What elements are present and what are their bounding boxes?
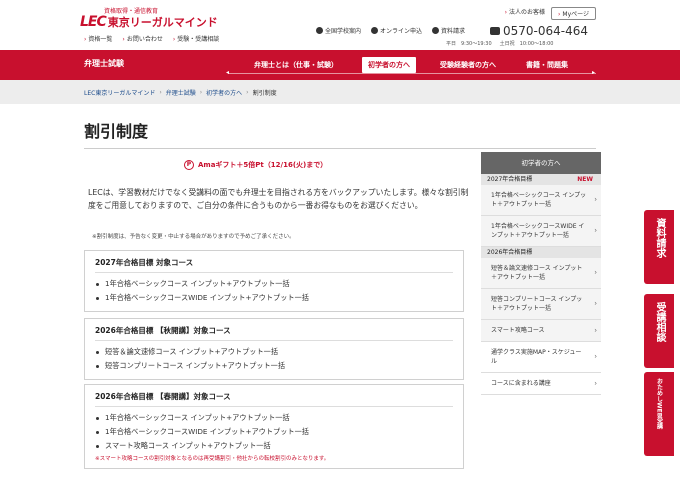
utility-links: 全国学校案内 オンライン申込 資料請求 (316, 26, 465, 35)
list-item: 1年合格ベーシックコースWIDE インプット+アウトプット一括 (95, 425, 453, 439)
sidebar: 初学者の方へ 2027年合格目標 NEW 1年合格ベーシックコース インプット＋… (481, 152, 601, 395)
cta-request-materials[interactable]: 資料請求 (644, 210, 674, 284)
title-divider (84, 148, 596, 149)
link-contact[interactable]: お問い合わせ (122, 34, 163, 43)
cta-trial-web[interactable]: おためしWEB受講 (644, 372, 674, 456)
breadcrumb-separator: › (199, 88, 203, 96)
corp-links: 法人のお客様 Myページ (505, 7, 596, 20)
breadcrumb-home[interactable]: LEC東京リーガルマインド (84, 88, 155, 97)
sidebar-item[interactable]: 1年合格ベーシックコースWIDE インプット＋アウトプット一括 (481, 216, 601, 247)
sidebar-item[interactable]: コースに含まれる講座 (481, 373, 601, 395)
header-links: 資格一覧 お問い合わせ 受験・受講相談 (84, 34, 219, 43)
box-title: 2027年合格目標 対象コース (95, 257, 453, 273)
sidebar-item[interactable]: 短答＆論文速修コース インプット＋アウトプット一括 (481, 258, 601, 289)
corporate-link[interactable]: 法人のお客様 (505, 7, 545, 20)
point-icon: P (184, 160, 194, 170)
logo-text: 東京リーガルマインド (107, 16, 218, 29)
box-title: 2026年合格目標 【秋開講】対象コース (95, 325, 453, 341)
intro-text: LECは、学習教材だけでなく受講料の面でも弁理士を目指される方をバックアップいた… (88, 188, 469, 210)
sidebar-head[interactable]: 初学者の方へ (481, 152, 601, 174)
nav-item-books[interactable]: 書籍・問題集 (520, 57, 574, 73)
sidebar-category-2027: 2027年合格目標 NEW (481, 174, 601, 185)
nav-prev-icon[interactable]: ◂ (226, 69, 229, 76)
nav-title[interactable]: 弁理士試験 (84, 58, 124, 69)
new-badge: NEW (577, 176, 593, 183)
nav-item-experienced[interactable]: 受験経験者の方へ (434, 57, 502, 73)
sidebar-category-2026: 2026年合格目標 (481, 247, 601, 258)
list-item: 1年合格ベーシックコースWIDE インプット+アウトプット一括 (95, 291, 453, 305)
site-logo[interactable]: LEC 東京リーガルマインド (80, 14, 218, 30)
breadcrumb-current: 割引制度 (252, 89, 277, 97)
link-consultation[interactable]: 受験・受講相談 (173, 34, 219, 43)
disclaimer-note: ※割引制度は、予告なく変更・中止する場合がありますので予めご了承ください。 (92, 234, 295, 240)
course-box-2026-spring: 2026年合格目標 【春開講】対象コース 1年合格ベーシックコース インプット+… (84, 384, 464, 469)
box-title: 2026年合格目標 【春開講】対象コース (95, 391, 453, 407)
list-item: 1年合格ベーシックコース インプット+アウトプット一括 (95, 277, 453, 291)
arrow-circle-icon (371, 27, 379, 34)
nav-item-beginners[interactable]: 初学者の方へ (362, 57, 416, 73)
breadcrumb-separator: › (159, 88, 162, 96)
util-school-guide[interactable]: 全国学校案内 (316, 26, 361, 35)
document-icon (432, 27, 440, 34)
sidebar-item[interactable]: 短答コンプリートコース インプット＋アウトプット一括 (481, 289, 601, 320)
breadcrumb-separator: › (246, 88, 249, 96)
box-note: ※スマート攻略コースの割引対象となるのは再受講割引・他社からの転校割引のみとなり… (95, 456, 330, 462)
breadcrumb-exam[interactable]: 弁理士試験 (166, 88, 196, 97)
course-box-2027: 2027年合格目標 対象コース 1年合格ベーシックコース インプット+アウトプッ… (84, 250, 464, 312)
nav-item-about[interactable]: 弁理士とは（仕事・試験） (248, 57, 344, 73)
business-hours: 平日 9:30〜19:30 土日祝 10:00〜18:00 (446, 41, 554, 47)
nav-divider (228, 73, 596, 74)
phone-number[interactable]: 0570-064-464 (490, 24, 588, 38)
list-item: 1年合格ベーシックコース インプット+アウトプット一括 (95, 411, 453, 425)
link-qualifications[interactable]: 資格一覧 (84, 34, 112, 43)
list-item: スマート攻略コース インプット+アウトプット一括 (95, 439, 453, 453)
list-item: 短答コンプリートコース インプット+アウトプット一括 (95, 359, 453, 373)
page-title: 割引制度 (84, 122, 149, 141)
nav-next-icon[interactable]: ▸ (592, 69, 595, 76)
breadcrumb: LEC東京リーガルマインド › 弁理士試験 › 初学者の方へ › 割引制度 (0, 80, 680, 104)
site-header: 資格取得・通信教育 LEC 東京リーガルマインド 資格一覧 お問い合わせ 受験・… (0, 0, 680, 50)
cta-consultation[interactable]: 受講相談 (644, 294, 674, 368)
sidebar-item[interactable]: 通学クラス実施MAP・スケジュール (481, 342, 601, 373)
breadcrumb-beginners[interactable]: 初学者の方へ (206, 88, 242, 97)
sidebar-item[interactable]: 1年合格ベーシックコース インプット＋アウトプット一括 (481, 185, 601, 216)
building-icon (316, 27, 323, 34)
promo-banner[interactable]: P Amaギフト＋5倍Pt（12/16(火)まで） (184, 160, 327, 170)
nav-items: 弁理士とは（仕事・試験） 初学者の方へ 受験経験者の方へ 書籍・問題集 (248, 57, 574, 73)
sidebar-item[interactable]: スマート攻略コース (481, 320, 601, 342)
util-request-materials[interactable]: 資料請求 (432, 26, 465, 35)
util-online-apply[interactable]: オンライン申込 (371, 26, 422, 35)
course-box-2026-autumn: 2026年合格目標 【秋開講】対象コース 短答＆論文速修コース インプット+アウ… (84, 318, 464, 380)
main-nav: 弁理士試験 ◂ ▸ 弁理士とは（仕事・試験） 初学者の方へ 受験経験者の方へ 書… (0, 50, 680, 80)
logo-mark: LEC (80, 14, 107, 30)
list-item: 短答＆論文速修コース インプット+アウトプット一括 (95, 345, 453, 359)
phone-icon (490, 27, 500, 35)
mypage-button[interactable]: Myページ (550, 7, 596, 20)
